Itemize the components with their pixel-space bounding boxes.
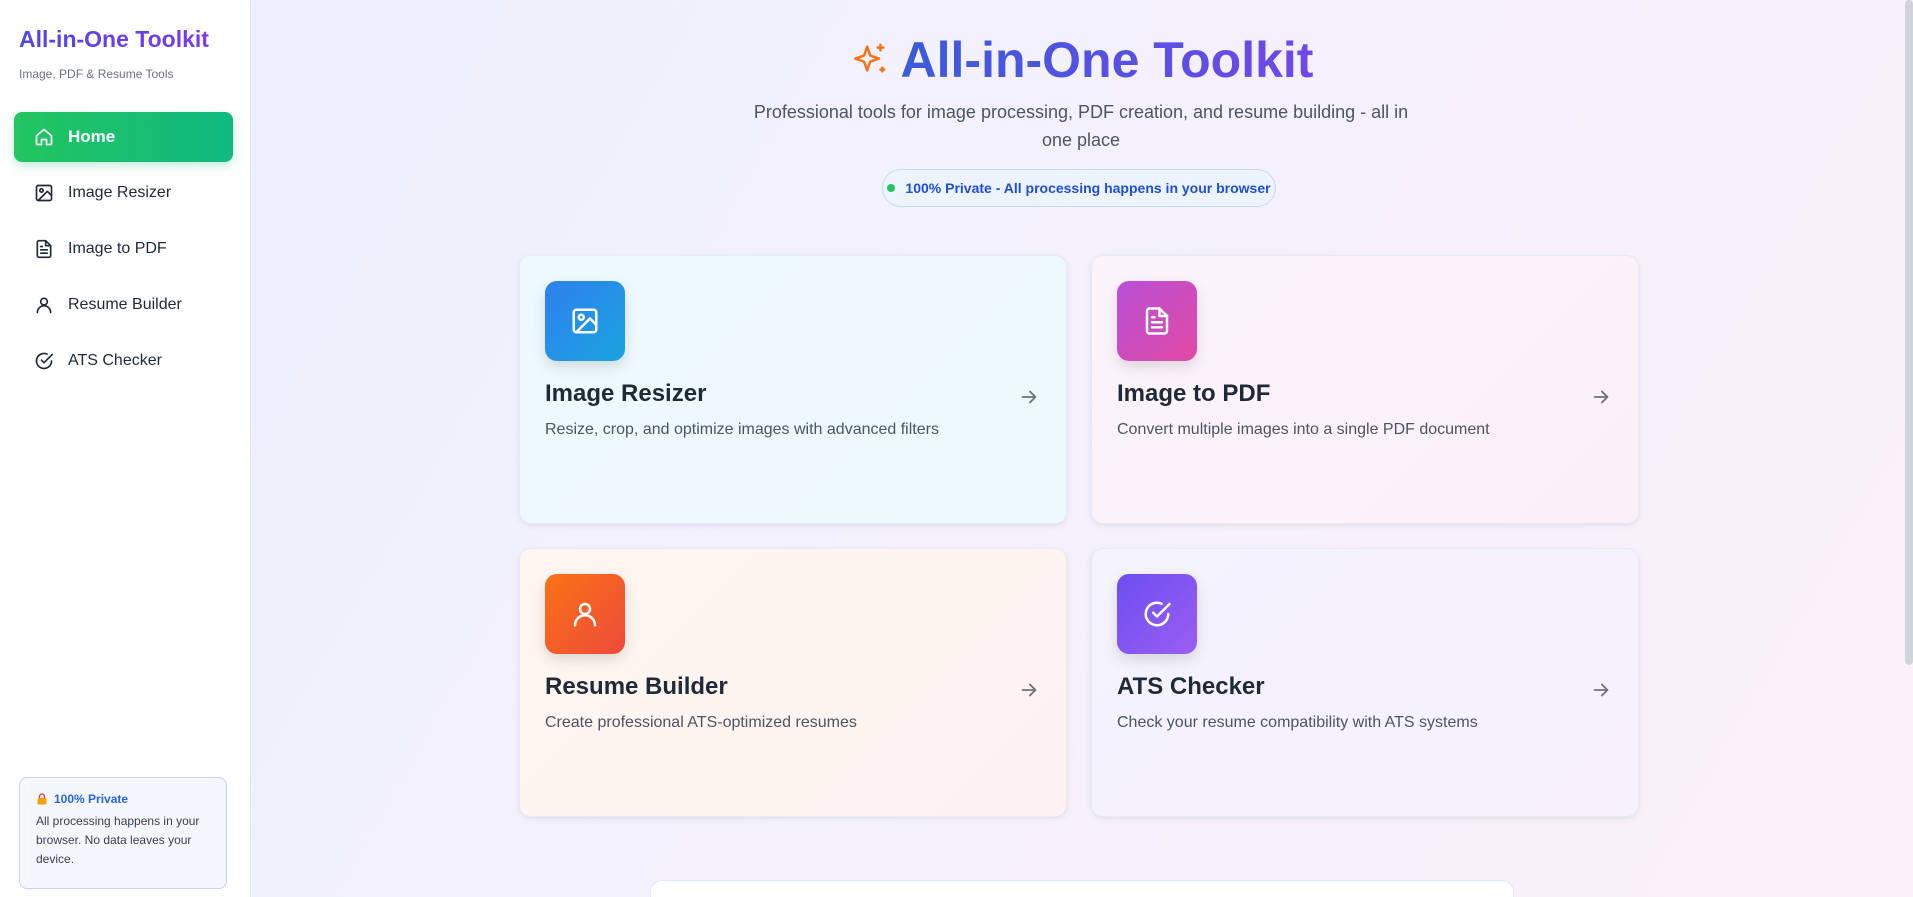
sidebar-nav: Home Image Resizer Image to PDF Resume B… [14, 112, 233, 392]
lock-icon [36, 793, 48, 805]
check-circle-icon [34, 351, 54, 371]
tool-card-image-to-pdf[interactable]: Image to PDF Convert multiple images int… [1091, 255, 1639, 524]
image-icon [545, 281, 625, 361]
sidebar-item-image-resizer[interactable]: Image Resizer [14, 168, 233, 218]
sidebar-item-label: Resume Builder [68, 296, 182, 313]
user-icon [545, 574, 625, 654]
sidebar-item-image-to-pdf[interactable]: Image to PDF [14, 224, 233, 274]
tool-card-description: Create professional ATS-optimized resume… [545, 714, 857, 731]
tool-card-title: Resume Builder [545, 673, 728, 700]
arrow-right-icon [1018, 386, 1040, 408]
check-circle-icon [1117, 574, 1197, 654]
tool-card-ats-checker[interactable]: ATS Checker Check your resume compatibil… [1091, 548, 1639, 817]
bottom-panel [650, 880, 1514, 897]
tool-card-title: ATS Checker [1117, 673, 1265, 700]
tool-card-description: Check your resume compatibility with ATS… [1117, 714, 1478, 731]
privacy-note-text: All processing happens in your browser. … [36, 814, 200, 866]
main-content: All-in-One Toolkit Professional tools fo… [251, 0, 1913, 897]
sidebar-brand-title: All-in-One Toolkit [19, 26, 209, 52]
user-icon [34, 295, 54, 315]
sidebar-item-ats-checker[interactable]: ATS Checker [14, 336, 233, 386]
image-icon [34, 183, 54, 203]
document-icon [34, 239, 54, 259]
arrow-right-icon [1590, 679, 1612, 701]
status-dot [887, 184, 896, 192]
sidebar-item-home[interactable]: Home [14, 112, 233, 162]
arrow-right-icon [1018, 679, 1040, 701]
hero-subtitle: Professional tools for image processing,… [753, 102, 1409, 150]
privacy-note-title: 100% Private [54, 792, 129, 806]
sidebar: All-in-One Toolkit Image, PDF & Resume T… [0, 0, 251, 897]
privacy-badge: 100% Private - All processing happens in… [882, 169, 1276, 207]
tool-card-title: Image to PDF [1117, 380, 1271, 407]
sidebar-privacy-note: 100% Private All processing happens in y… [19, 777, 227, 889]
tool-card-description: Convert multiple images into a single PD… [1117, 421, 1490, 438]
sidebar-brand-subtitle: Image, PDF & Resume Tools [19, 67, 174, 81]
sidebar-item-label: Image to PDF [68, 240, 167, 257]
tool-card-description: Resize, crop, and optimize images with a… [545, 421, 939, 438]
tool-card-resume-builder[interactable]: Resume Builder Create professional ATS-o… [519, 548, 1067, 817]
hero-title: All-in-One Toolkit [900, 32, 1314, 88]
privacy-badge-text: 100% Private - All processing happens in… [905, 180, 1271, 196]
tool-card-title: Image Resizer [545, 380, 707, 407]
privacy-note-title-row: 100% Private [36, 792, 210, 806]
document-icon [1117, 281, 1197, 361]
sparkles-icon [851, 41, 889, 79]
sidebar-item-label: Image Resizer [68, 184, 172, 201]
hero-title-row: All-in-One Toolkit [251, 28, 1913, 92]
page-scrollbar[interactable] [1905, 0, 1913, 665]
sidebar-item-resume-builder[interactable]: Resume Builder [14, 280, 233, 330]
sidebar-item-label: ATS Checker [68, 352, 162, 369]
sidebar-item-label: Home [68, 127, 116, 146]
arrow-right-icon [1590, 386, 1612, 408]
tool-card-image-resizer[interactable]: Image Resizer Resize, crop, and optimize… [519, 255, 1067, 524]
home-icon [34, 127, 54, 147]
